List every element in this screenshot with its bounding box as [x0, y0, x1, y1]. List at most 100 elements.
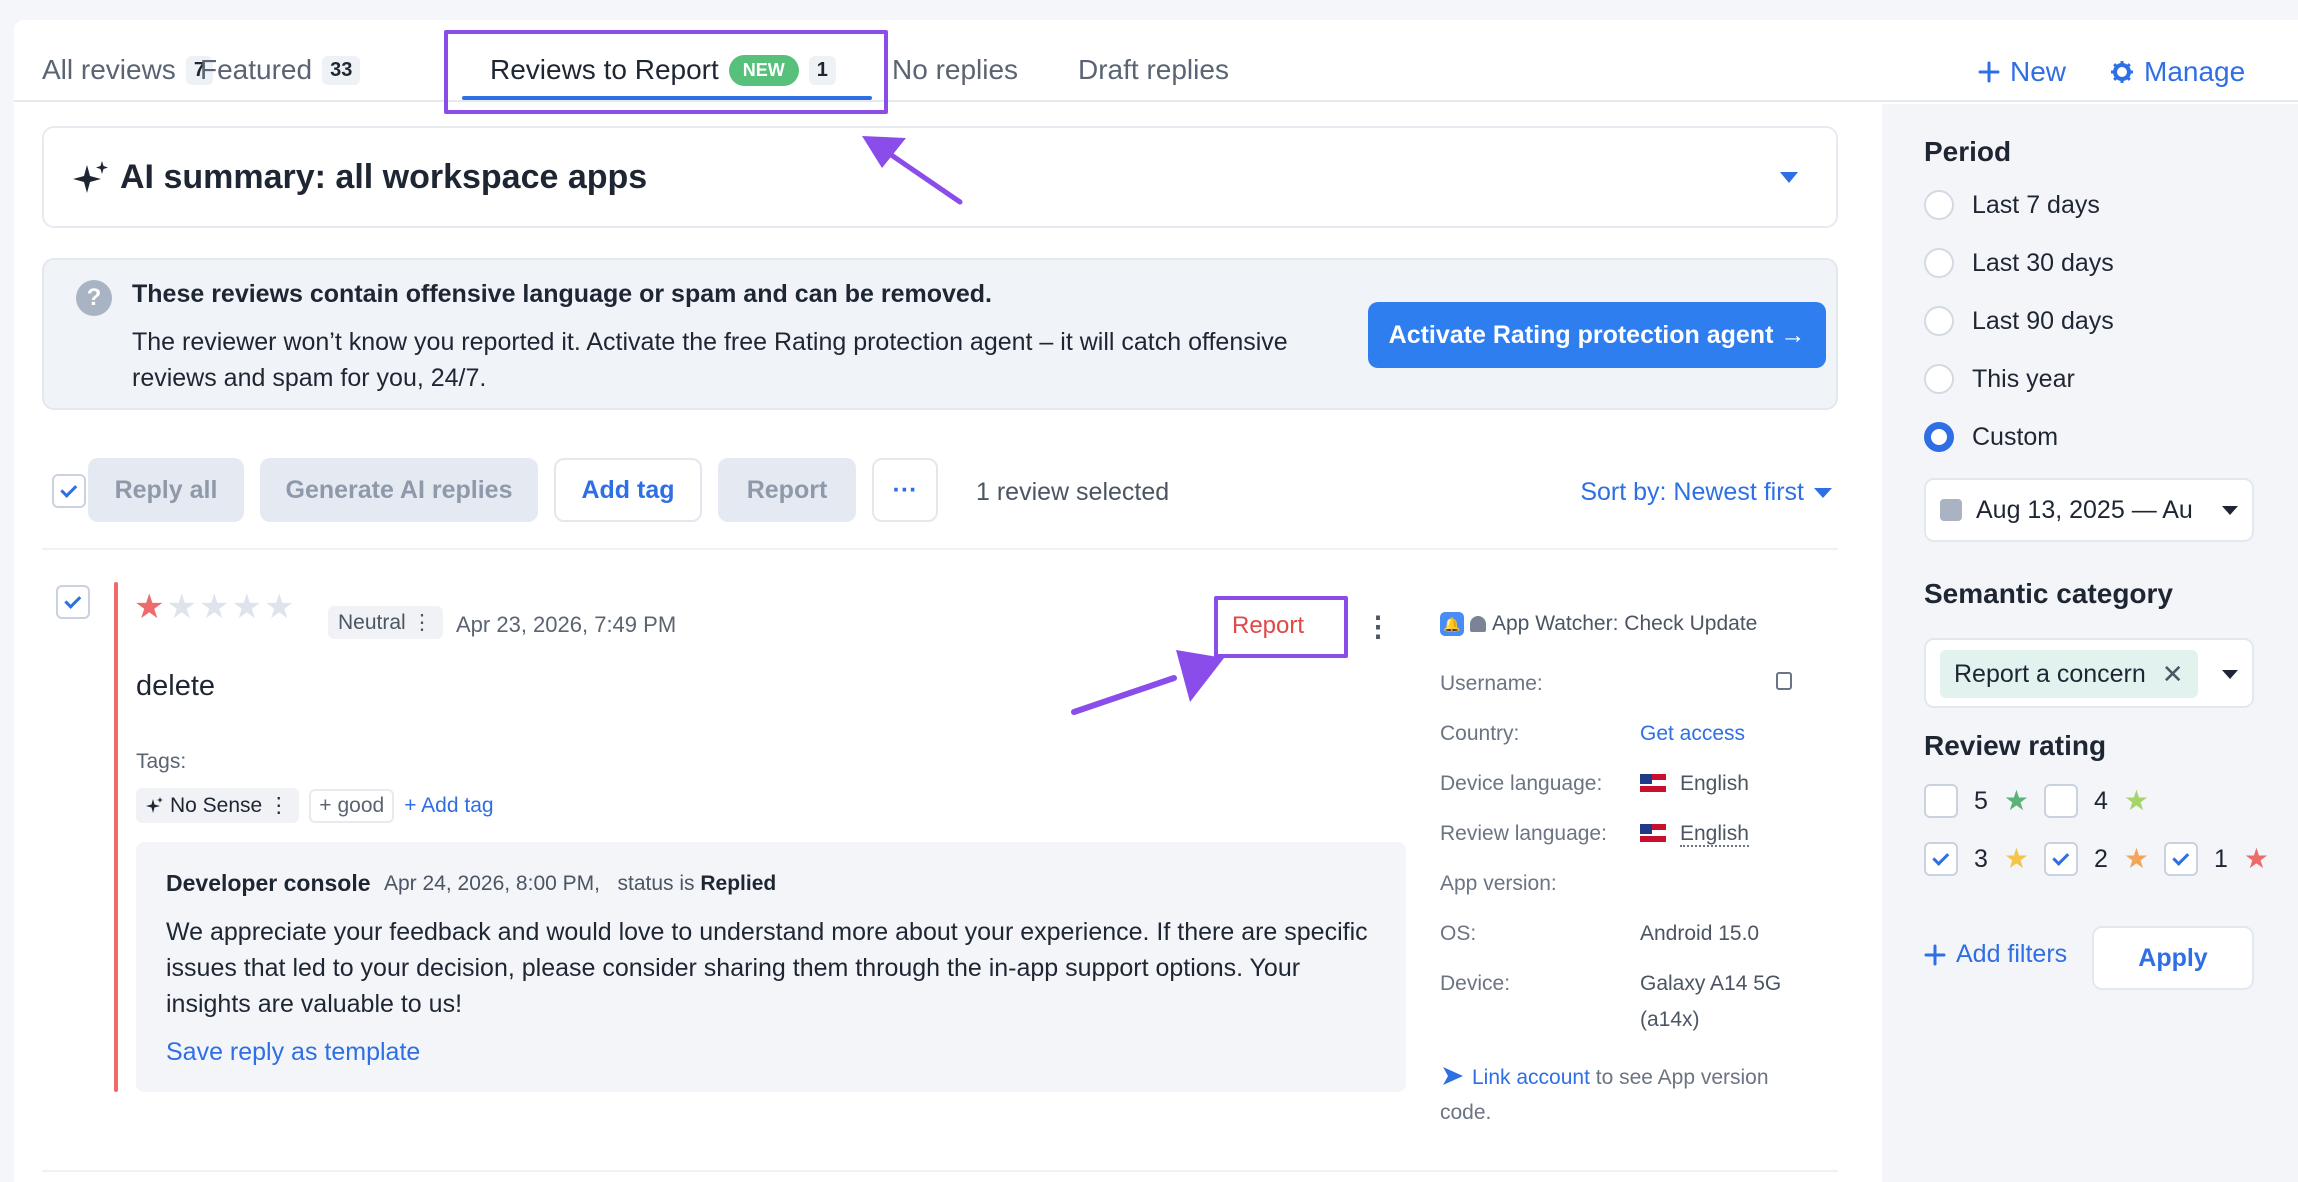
- tab-label: No replies: [892, 54, 1019, 85]
- star-icon: ★: [263, 588, 295, 626]
- rating-checkbox[interactable]: [1924, 842, 1958, 876]
- review-checkbox[interactable]: [56, 585, 90, 619]
- star-icon: ★: [231, 588, 262, 626]
- username-label: Username:: [1440, 672, 1543, 695]
- review-language-value: English: [1640, 822, 1749, 847]
- rating-checkbox[interactable]: [2044, 842, 2078, 876]
- kebab-icon: ⋮: [411, 611, 433, 634]
- radio-button[interactable]: [1924, 190, 1954, 220]
- tag-chip[interactable]: No Sense ⋮: [136, 788, 300, 823]
- device-language-value: English: [1640, 772, 1749, 796]
- tab-featured[interactable]: Featured 33: [200, 54, 361, 86]
- caret-down-icon: [1814, 487, 1832, 498]
- device-language-label: Device language:: [1440, 772, 1603, 795]
- rating-checkbox[interactable]: [2044, 784, 2078, 818]
- app-name: App Watcher: Check Update: [1492, 612, 1758, 635]
- tag-label: No Sense: [170, 793, 263, 817]
- info-banner: ? These reviews contain offensive langua…: [42, 258, 1838, 410]
- plus-icon: +: [319, 793, 332, 817]
- rating-checkbox[interactable]: [2164, 842, 2198, 876]
- period-option-custom[interactable]: Custom: [1924, 422, 2058, 452]
- get-access-link[interactable]: Get access: [1640, 722, 1745, 746]
- reply-source: Developer console: [166, 870, 371, 896]
- activate-agent-button[interactable]: Activate Rating protection agent →: [1368, 302, 1826, 368]
- save-template-link[interactable]: Save reply as template: [166, 1038, 420, 1067]
- tags-row: No Sense ⋮ + good + Add tag: [136, 788, 494, 823]
- plus-icon: [1924, 944, 1946, 965]
- rating-checkbox[interactable]: [1924, 784, 1958, 818]
- radio-button[interactable]: [1924, 248, 1954, 278]
- tab-bar: All reviews 7 Featured 33 Reviews to Rep…: [14, 20, 2298, 102]
- select-all-checkbox[interactable]: [52, 474, 86, 508]
- rating-filter-1[interactable]: 1 ★: [2164, 842, 2269, 876]
- apply-button[interactable]: Apply: [2092, 926, 2254, 990]
- tag-chip[interactable]: + good: [309, 788, 395, 823]
- ai-summary-title: AI summary: all workspace apps: [72, 158, 647, 197]
- chevron-down-icon[interactable]: [1780, 172, 1798, 183]
- chevron-down-icon[interactable]: [2222, 670, 2238, 679]
- period-label: This year: [1972, 364, 2075, 393]
- rating-filter-5[interactable]: 5 ★: [1924, 784, 2029, 818]
- sort-dropdown[interactable]: Sort by: Newest first: [1580, 478, 1832, 507]
- generate-ai-replies-button[interactable]: Generate AI replies: [260, 458, 538, 522]
- link-account-note: Link account to see App version code.: [1440, 1060, 1820, 1130]
- app-icon: 🔔: [1440, 612, 1464, 636]
- device-value-line2: (a14x): [1640, 1008, 1700, 1031]
- manage-label: Manage: [2144, 56, 2246, 87]
- review-menu-icon[interactable]: ⋮: [1364, 610, 1392, 643]
- new-label: New: [2010, 56, 2067, 87]
- period-option[interactable]: Last 7 days: [1924, 190, 2100, 220]
- close-icon[interactable]: ✕: [2162, 659, 2184, 690]
- os-label: OS:: [1440, 922, 1477, 945]
- report-highlight-box: [1214, 596, 1348, 658]
- add-filters-button[interactable]: Add filters: [1924, 940, 2067, 969]
- sentiment-badge[interactable]: Neutral ⋮: [328, 606, 443, 639]
- chevron-down-icon[interactable]: [2222, 506, 2238, 515]
- link-account-link[interactable]: Link account: [1472, 1066, 1590, 1089]
- annotation-arrow: [1071, 650, 1224, 715]
- tab-draft-replies[interactable]: Draft replies: [1078, 54, 1229, 86]
- period-option[interactable]: Last 30 days: [1924, 248, 2114, 278]
- tab-no-replies[interactable]: No replies: [892, 54, 1018, 86]
- device-label: Device:: [1440, 972, 1511, 995]
- date-range-picker[interactable]: Aug 13, 2025 — Au: [1924, 478, 2254, 542]
- rating-filter-3[interactable]: 3 ★: [1924, 842, 2029, 876]
- radio-button[interactable]: [1924, 306, 1954, 336]
- star-icon: ★: [166, 588, 197, 626]
- semantic-category-select[interactable]: Report a concern ✕: [1924, 638, 2254, 708]
- radio-button-selected[interactable]: [1924, 422, 1954, 452]
- tags-label: Tags:: [136, 750, 187, 773]
- ai-summary-card[interactable]: AI summary: all workspace apps: [42, 126, 1838, 228]
- semantic-category-title: Semantic category: [1924, 578, 2173, 609]
- calendar-icon: [1940, 499, 1962, 521]
- copy-icon[interactable]: [1776, 672, 1792, 690]
- star-icon: ★: [2123, 785, 2150, 816]
- period-option[interactable]: Last 90 days: [1924, 306, 2114, 336]
- reply-all-button[interactable]: Reply all: [88, 458, 244, 522]
- more-actions-button[interactable]: ···: [872, 458, 938, 522]
- tab-all-reviews[interactable]: All reviews 7: [42, 54, 213, 86]
- period-option[interactable]: This year: [1924, 364, 2075, 394]
- plus-icon: [1978, 61, 2000, 83]
- report-button[interactable]: Report: [718, 458, 856, 522]
- rating-filter-4[interactable]: 4 ★: [2044, 784, 2149, 818]
- review-rating-title: Review rating: [1924, 730, 2107, 761]
- star-icon: ★: [198, 588, 230, 626]
- sparkle-icon: [146, 796, 163, 813]
- reply-text: We appreciate your feedback and would lo…: [166, 918, 1368, 1018]
- banner-body: The reviewer won’t know you reported it.…: [132, 328, 1288, 392]
- manage-button[interactable]: Manage: [2110, 56, 2245, 88]
- banner-headline: These reviews contain offensive language…: [132, 280, 992, 308]
- add-filters-label: Add filters: [1956, 940, 2068, 968]
- tab-count: 33: [322, 55, 361, 85]
- review-text: delete: [136, 670, 216, 702]
- rating-filter-2[interactable]: 2 ★: [2044, 842, 2149, 876]
- radio-button[interactable]: [1924, 364, 1954, 394]
- add-tag-link[interactable]: + Add tag: [404, 794, 493, 818]
- selection-count: 1 review selected: [976, 478, 1170, 506]
- add-tag-button[interactable]: Add tag: [554, 458, 702, 522]
- new-button[interactable]: New: [1978, 56, 2066, 88]
- app-name-row: 🔔 App Watcher: Check Update: [1440, 612, 1840, 636]
- category-chip-label: Report a concern: [1954, 659, 2146, 688]
- tab-label: Draft replies: [1078, 54, 1229, 85]
